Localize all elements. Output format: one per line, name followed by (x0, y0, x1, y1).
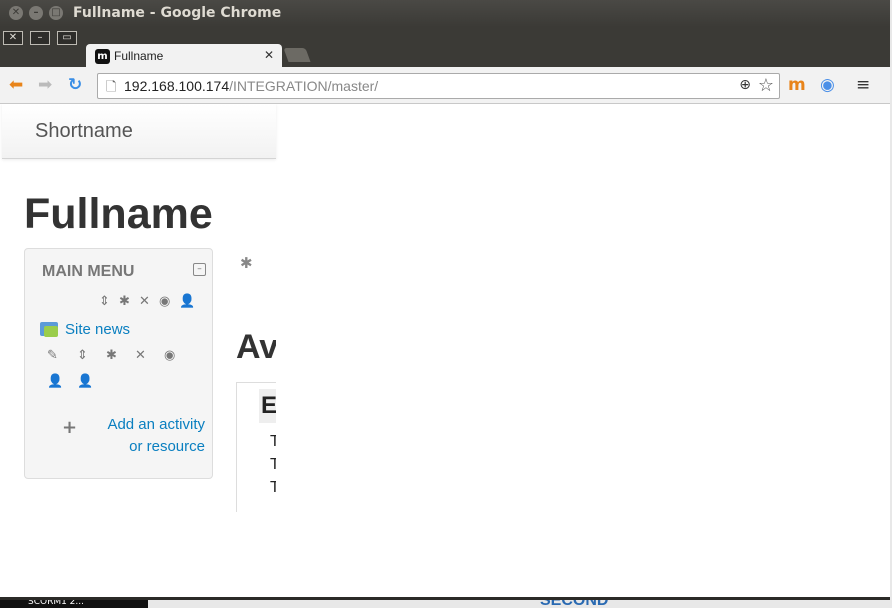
main-content-clipped: Av E T T T (230, 304, 276, 597)
delete-icon[interactable]: ✕ (135, 349, 146, 363)
tab-title: Fullname (114, 49, 164, 63)
site-news-link[interactable]: Site news (65, 321, 130, 338)
tab-close-icon[interactable]: ✕ (264, 48, 274, 62)
tab-strip: ✕ – ▭ m Fullname ✕ (0, 27, 890, 69)
back-arrow-icon[interactable]: ⬅ (9, 75, 23, 95)
card-line: T (270, 456, 276, 473)
new-tab-button[interactable] (283, 48, 311, 62)
card-line: T (270, 433, 276, 450)
collapse-block-icon[interactable]: – (193, 263, 206, 276)
gear-icon[interactable]: ✱ (119, 295, 130, 309)
moodle-extension-icon[interactable]: m (788, 75, 806, 95)
minimize-icon[interactable]: – (30, 31, 50, 45)
eye-icon[interactable]: ◉ (159, 295, 170, 309)
zoom-icon[interactable]: ⊕ (739, 77, 751, 93)
browser-toolbar: ⬅ ➡ ↻ 🗋 192.168.100.174/INTEGRATION/mast… (0, 67, 890, 104)
site-shortname-link[interactable]: Shortname (35, 120, 133, 143)
minimize-window-icon[interactable]: – (29, 6, 43, 20)
card-heading: E (259, 389, 276, 423)
edit-pencil-icon[interactable]: ✎ (47, 349, 58, 363)
page-title: Fullname (24, 190, 213, 238)
window-title: Fullname - Google Chrome (73, 5, 282, 21)
delete-icon[interactable]: ✕ (139, 295, 150, 309)
move-icon[interactable]: ⇕ (77, 349, 88, 363)
assign-roles-icon[interactable]: 👤 (179, 295, 195, 309)
main-menu-block: MAIN MENU – ⇕ ✱ ✕ ◉ 👤 Site news ✎ ⇕ ✱ ✕ … (24, 248, 213, 479)
eye-icon[interactable]: ◉ (164, 349, 175, 363)
add-activity-link[interactable]: Add an activity or resource (80, 414, 205, 458)
assign-roles-icon[interactable]: 👤 (77, 375, 93, 389)
address-bar[interactable]: 🗋 192.168.100.174/INTEGRATION/master/ ⊕ … (97, 73, 780, 99)
browser-window: ✕ – □ Fullname - Google Chrome ✕ – ▭ m F… (0, 0, 890, 600)
tab-fullname[interactable]: m Fullname ✕ (86, 44, 282, 69)
forum-icon-overlay (44, 326, 58, 337)
block-title: MAIN MENU (42, 263, 135, 280)
move-icon[interactable]: ⇕ (99, 295, 110, 309)
site-navbar: Shortname (2, 104, 276, 159)
bookmark-star-icon[interactable]: ☆ (758, 75, 774, 96)
chrome-extension-icon[interactable]: ◉ (820, 75, 835, 95)
forward-arrow-icon[interactable]: ➡ (38, 75, 52, 95)
close-icon[interactable]: ✕ (3, 31, 23, 45)
restore-icon[interactable]: ▭ (57, 31, 77, 45)
close-window-icon[interactable]: ✕ (9, 6, 23, 20)
menu-icon[interactable]: ≡ (856, 75, 870, 95)
maximize-window-icon[interactable]: □ (49, 6, 63, 20)
card-line: T (270, 479, 276, 496)
plus-icon: + (62, 417, 78, 438)
reload-icon[interactable]: ↻ (68, 75, 82, 95)
url-text: 192.168.100.174/INTEGRATION/master/ (124, 78, 379, 94)
content-card: E T T T (236, 382, 276, 512)
section-heading: Av (236, 328, 276, 366)
page-content: Shortname Fullname MAIN MENU – ⇕ ✱ ✕ ◉ 👤… (0, 104, 890, 597)
gear-icon[interactable]: ✱ (106, 349, 117, 363)
gear-icon[interactable]: ✱ (240, 254, 253, 272)
page-icon: 🗋 (106, 80, 117, 95)
moodle-favicon-icon: m (95, 49, 110, 64)
window-titlebar: ✕ – □ Fullname - Google Chrome (0, 0, 890, 27)
user-icon[interactable]: 👤 (47, 375, 63, 389)
